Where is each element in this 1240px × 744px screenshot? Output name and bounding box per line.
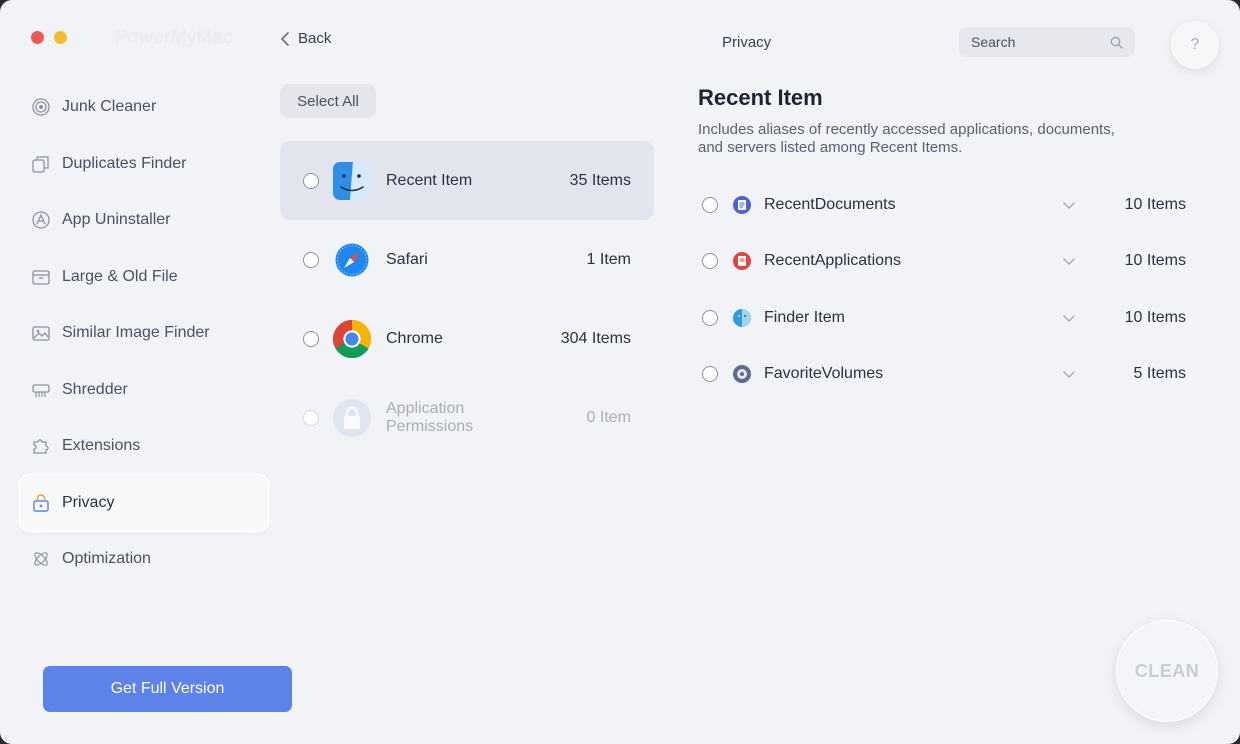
- recent-applications-icon: [733, 252, 751, 270]
- lock-icon: [333, 398, 371, 437]
- app-title: PowerMyMac: [115, 27, 234, 48]
- duplicates-icon: [31, 154, 51, 174]
- detail-item-count: 10 Items: [1124, 252, 1186, 269]
- sidebar-item-extensions[interactable]: Extensions: [20, 418, 268, 475]
- shredder-icon: [31, 380, 51, 400]
- select-all-button[interactable]: Select All: [280, 84, 376, 118]
- close-window-button[interactable]: [31, 31, 44, 44]
- minimize-window-button[interactable]: [54, 31, 67, 44]
- favorite-volumes-icon: [733, 365, 751, 383]
- back-button[interactable]: Back: [280, 30, 331, 47]
- detail-row-recent-applications[interactable]: RecentApplications 10 Items: [700, 241, 1186, 281]
- search-input[interactable]: Search: [959, 27, 1135, 57]
- safari-icon: [333, 240, 371, 279]
- item-count: 35 Items: [569, 171, 631, 189]
- list-item-recent-item[interactable]: Recent Item 35 Items: [280, 141, 654, 220]
- detail-row-favorite-volumes[interactable]: FavoriteVolumes 5 Items: [700, 354, 1186, 394]
- sidebar-item-label: Large & Old File: [62, 267, 178, 285]
- sidebar: Junk Cleaner Duplicates Finder App Unins…: [20, 79, 268, 588]
- detail-item-name: FavoriteVolumes: [764, 365, 884, 382]
- detail-item-name: RecentDocuments: [764, 196, 896, 213]
- extensions-icon: [31, 436, 51, 456]
- search-icon: [1110, 36, 1123, 49]
- optimization-icon: [31, 549, 51, 569]
- sidebar-item-privacy[interactable]: Privacy: [20, 474, 268, 531]
- list-item-application-permissions: Application Permissions 0 Item: [280, 378, 654, 457]
- item-checkbox[interactable]: [303, 330, 319, 347]
- item-checkbox[interactable]: [702, 197, 718, 213]
- recent-documents-icon: [733, 196, 751, 214]
- back-label: Back: [298, 30, 332, 47]
- item-count: 304 Items: [560, 329, 631, 347]
- image-icon: [31, 323, 51, 343]
- chevron-down-icon[interactable]: [1062, 369, 1076, 379]
- sidebar-item-label: Shredder: [62, 380, 128, 398]
- app-window: PowerMyMac Back Privacy Search ? Junk Cl…: [0, 0, 1240, 744]
- clean-button[interactable]: CLEAN: [1116, 620, 1218, 722]
- sidebar-item-label: Extensions: [62, 437, 141, 455]
- sidebar-item-app-uninstaller[interactable]: App Uninstaller: [20, 192, 268, 249]
- sidebar-item-label: Similar Image Finder: [62, 324, 210, 342]
- detail-row-finder-item[interactable]: Finder Item 10 Items: [700, 298, 1186, 338]
- privacy-icon: [31, 493, 51, 513]
- sidebar-item-label: Junk Cleaner: [62, 98, 157, 116]
- chevron-down-icon[interactable]: [1062, 200, 1076, 210]
- item-name: Safari: [386, 250, 428, 268]
- finder-icon: [333, 161, 371, 200]
- list-item-safari[interactable]: Safari 1 Item: [280, 220, 654, 299]
- search-placeholder: Search: [971, 34, 1016, 50]
- app-uninstaller-icon: [31, 210, 51, 230]
- chevron-down-icon[interactable]: [1062, 313, 1076, 323]
- finder-item-icon: [733, 309, 751, 327]
- sidebar-item-label: Duplicates Finder: [62, 154, 187, 172]
- item-count: 1 Item: [586, 250, 631, 268]
- detail-row-recent-documents[interactable]: RecentDocuments 10 Items: [700, 185, 1186, 225]
- sidebar-item-similar-image-finder[interactable]: Similar Image Finder: [20, 305, 268, 362]
- detail-item-count: 5 Items: [1133, 365, 1186, 382]
- sidebar-item-label: Privacy: [62, 493, 115, 511]
- chevron-down-icon[interactable]: [1062, 256, 1076, 266]
- sidebar-item-label: App Uninstaller: [62, 211, 171, 229]
- detail-item-count: 10 Items: [1124, 196, 1186, 213]
- chevron-left-icon: [280, 31, 289, 46]
- detail-item-name: Finder Item: [764, 309, 845, 326]
- page-title: Privacy: [722, 34, 772, 51]
- detail-item-count: 10 Items: [1124, 309, 1186, 326]
- item-name: Application Permissions: [386, 399, 474, 435]
- item-checkbox[interactable]: [303, 172, 319, 189]
- sidebar-item-shredder[interactable]: Shredder: [20, 362, 268, 419]
- item-count: 0 Item: [586, 408, 631, 426]
- item-checkbox[interactable]: [702, 366, 718, 382]
- sidebar-item-label: Optimization: [62, 550, 151, 568]
- list-item-chrome[interactable]: Chrome 304 Items: [280, 299, 654, 378]
- large-file-icon: [31, 267, 51, 287]
- sidebar-item-junk-cleaner[interactable]: Junk Cleaner: [20, 79, 268, 136]
- junk-cleaner-icon: [31, 97, 51, 117]
- item-name: Chrome: [386, 329, 443, 347]
- sidebar-item-large-old-file[interactable]: Large & Old File: [20, 249, 268, 306]
- detail-description: Includes aliases of recently accessed ap…: [698, 121, 1115, 156]
- sidebar-item-duplicates-finder[interactable]: Duplicates Finder: [20, 136, 268, 193]
- get-full-version-button[interactable]: Get Full Version: [43, 666, 292, 712]
- help-label: ?: [1190, 36, 1200, 53]
- chrome-icon: [333, 319, 371, 358]
- item-checkbox: [303, 409, 319, 426]
- item-checkbox[interactable]: [702, 310, 718, 326]
- sidebar-item-optimization[interactable]: Optimization: [20, 531, 268, 588]
- item-checkbox[interactable]: [702, 253, 718, 269]
- detail-title: Recent Item: [698, 85, 823, 110]
- item-name: Recent Item: [386, 171, 473, 189]
- item-checkbox[interactable]: [303, 251, 319, 268]
- detail-item-name: RecentApplications: [764, 252, 901, 269]
- help-button[interactable]: ?: [1171, 21, 1219, 69]
